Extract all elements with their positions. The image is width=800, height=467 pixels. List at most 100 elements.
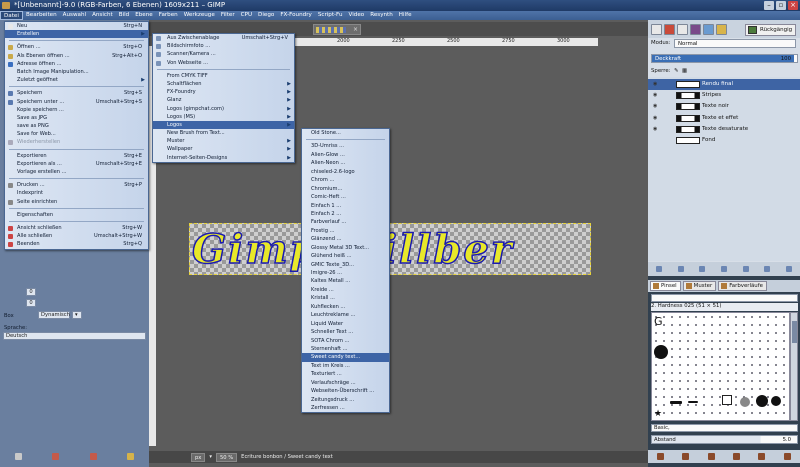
logos-menu-item[interactable]: Imigre-26 ... (302, 269, 389, 277)
logos-menu-item[interactable]: Farbverlauf ... (302, 218, 389, 226)
logos-menu-item[interactable]: Zeitungsdruck ... (302, 396, 389, 404)
file-menu-item[interactable]: Speichern unter ... Umschalt+Strg+S (5, 98, 148, 106)
brush-thumb[interactable] (654, 345, 668, 359)
spin-field[interactable]: 0 (26, 299, 36, 307)
create-menu-item[interactable]: Aus Zwischenablage Umschalt+Strg+V (153, 34, 294, 42)
delete-layer-icon[interactable] (786, 266, 793, 272)
logos-menu-item[interactable]: Frostig ... (302, 227, 389, 235)
menu-diego[interactable]: Diego (255, 11, 277, 20)
create-menu-item[interactable]: From CMYK TIFF (153, 72, 294, 80)
brush-thumb[interactable] (670, 401, 682, 404)
anchor-layer-icon[interactable] (764, 266, 771, 272)
create-menu-item[interactable]: New Brush from Text... (153, 129, 294, 137)
visibility-eye-icon[interactable]: ◉ (653, 115, 659, 121)
image-canvas[interactable]: Gimp Willber (189, 223, 591, 275)
maximize-icon[interactable]: ▫ (776, 1, 786, 10)
file-menu-item[interactable]: Save for Web... (5, 130, 148, 138)
opacity-slider[interactable]: Deckkraft 100 (651, 54, 798, 63)
menu-bearbeiten[interactable]: Bearbeiten (23, 11, 60, 20)
menu-cpu[interactable]: CPU (238, 11, 255, 20)
chevron-down-icon[interactable]: ▾ (209, 454, 212, 460)
logos-menu-item[interactable]: Glühend heiß ... (302, 252, 389, 260)
logos-menu-item[interactable]: Webseiten-Überschrift ... (302, 387, 389, 395)
layer-row[interactable]: ◉ Texte desaturate (648, 124, 800, 135)
logos-menu-item[interactable]: Liquid Water (302, 320, 389, 328)
layer-row[interactable]: Fond (648, 135, 800, 146)
logos-menu-item[interactable]: chiseled-2.6-logo (302, 168, 389, 176)
reset-icon[interactable] (126, 452, 134, 460)
close-icon[interactable]: × (788, 1, 798, 10)
visibility-eye-icon[interactable]: ◉ (653, 104, 659, 109)
file-menu-item[interactable]: Eigenschaften (5, 211, 148, 219)
layer-row[interactable]: ◉ Texte noir (648, 101, 800, 112)
new-brush-icon[interactable] (682, 453, 690, 460)
create-menu-item[interactable]: Internet-Seiten-Designs ▶ (153, 154, 294, 162)
file-menu-item[interactable]: Öffnen ... Strg+O (5, 43, 148, 51)
colormap-tab-icon[interactable] (690, 23, 701, 35)
logos-menu-item[interactable]: Zerfressen ... (302, 404, 389, 412)
layer-row[interactable]: ◉ Rendu final (648, 79, 800, 90)
menu-datei[interactable]: Datei (0, 11, 23, 20)
brush-thumb-selected[interactable] (722, 395, 732, 405)
lock-pixels-icon[interactable]: ✎ (674, 68, 679, 74)
logos-menu-item[interactable]: Chromium... (302, 185, 389, 193)
layer-row[interactable]: ◉ Texte et effet (648, 113, 800, 124)
logos-menu-item[interactable]: Glossy Metal 3D Text... (302, 244, 389, 252)
logos-menu-item[interactable]: Chrom ... (302, 176, 389, 184)
mode-select[interactable]: Normal (674, 39, 796, 48)
logos-menu-item[interactable]: SOTA Chrom ... (302, 337, 389, 345)
brush-scrollbar[interactable] (790, 312, 798, 421)
logos-menu-item[interactable]: Glänzend ... (302, 235, 389, 243)
minimize-icon[interactable]: – (764, 1, 774, 10)
logos-menu-item[interactable]: 3D-Umriss ... (302, 142, 389, 150)
file-menu-item[interactable]: Wiederherstellen (5, 138, 148, 146)
menu-bild[interactable]: Bild (116, 11, 133, 20)
menu-script-fu[interactable]: Script-Fu (315, 11, 346, 20)
unit-select[interactable]: px (191, 452, 206, 462)
brush-set-field[interactable]: Basic, (651, 424, 798, 432)
create-menu-item[interactable]: Scanner/Kamera ... (153, 50, 294, 58)
menu-ebene[interactable]: Ebene (132, 11, 156, 20)
file-menu-item[interactable]: save as PNG (5, 122, 148, 130)
logos-menu-item[interactable]: Kreide ... (302, 286, 389, 294)
duplicate-brush-icon[interactable] (707, 453, 715, 460)
delete-brush-icon[interactable] (733, 453, 741, 460)
lower-layer-icon[interactable] (720, 266, 727, 272)
logos-menu-item[interactable]: Text im Kreis ... (302, 362, 389, 370)
logos-menu-item[interactable]: GMIC Texte_3D... (302, 261, 389, 269)
new-group-icon[interactable] (677, 266, 684, 272)
lock-alpha-icon[interactable]: ▦ (682, 68, 687, 74)
visibility-eye-icon[interactable]: ◉ (653, 126, 659, 132)
visibility-eye-icon[interactable]: ◉ (653, 82, 659, 87)
logos-menu-item[interactable]: Comic-Heft ... (302, 193, 389, 201)
file-menu-item[interactable]: Seite einrichten (5, 198, 148, 206)
gimp-brush-thumb[interactable]: G (654, 315, 663, 328)
file-menu-item[interactable]: Ansicht schließen Strg+W (5, 224, 148, 232)
create-menu-item[interactable]: Logos (MS) ▶ (153, 113, 294, 121)
menu-resynth[interactable]: Resynth (367, 11, 396, 20)
create-menu-item[interactable]: Wallpaper ▶ (153, 145, 294, 153)
create-menu-item[interactable]: FX-Foundry ▶ (153, 88, 294, 96)
menu-video[interactable]: Video (346, 11, 368, 20)
create-menu-item[interactable]: Logos (gimpchat.com) ▶ (153, 105, 294, 113)
selection-tab-icon[interactable] (716, 23, 727, 35)
file-menu-item[interactable]: Exportieren Strg+E (5, 152, 148, 160)
menu-fx-foundry[interactable]: FX-Foundry (277, 11, 314, 20)
logos-menu-item[interactable]: Einfach 1 ... (302, 202, 389, 210)
logos-menu-item[interactable]: Verlaufschräge ... (302, 379, 389, 387)
layers-tab-icon[interactable] (651, 23, 662, 35)
create-menu-item[interactable]: Von Webseite ... (153, 59, 294, 67)
tab-undo-history[interactable]: Rückgängig× (745, 24, 797, 36)
menu-filter[interactable]: Filter (218, 11, 238, 20)
save-icon[interactable] (15, 452, 23, 460)
brush-thumb[interactable] (688, 401, 698, 403)
file-menu-item[interactable]: Exportieren als ... Umschalt+Strg+E (5, 160, 148, 168)
create-menu-item[interactable]: Bildschirmfoto ... (153, 42, 294, 50)
refresh-brushes-icon[interactable] (758, 453, 766, 460)
brush-filter-field[interactable] (651, 294, 798, 302)
menu-farben[interactable]: Farben (156, 11, 181, 20)
create-menu-item[interactable]: Schaltflächen ▶ (153, 80, 294, 88)
raise-layer-icon[interactable] (699, 266, 706, 272)
delete-icon[interactable] (89, 452, 97, 460)
histogram-tab-icon[interactable] (703, 23, 714, 35)
